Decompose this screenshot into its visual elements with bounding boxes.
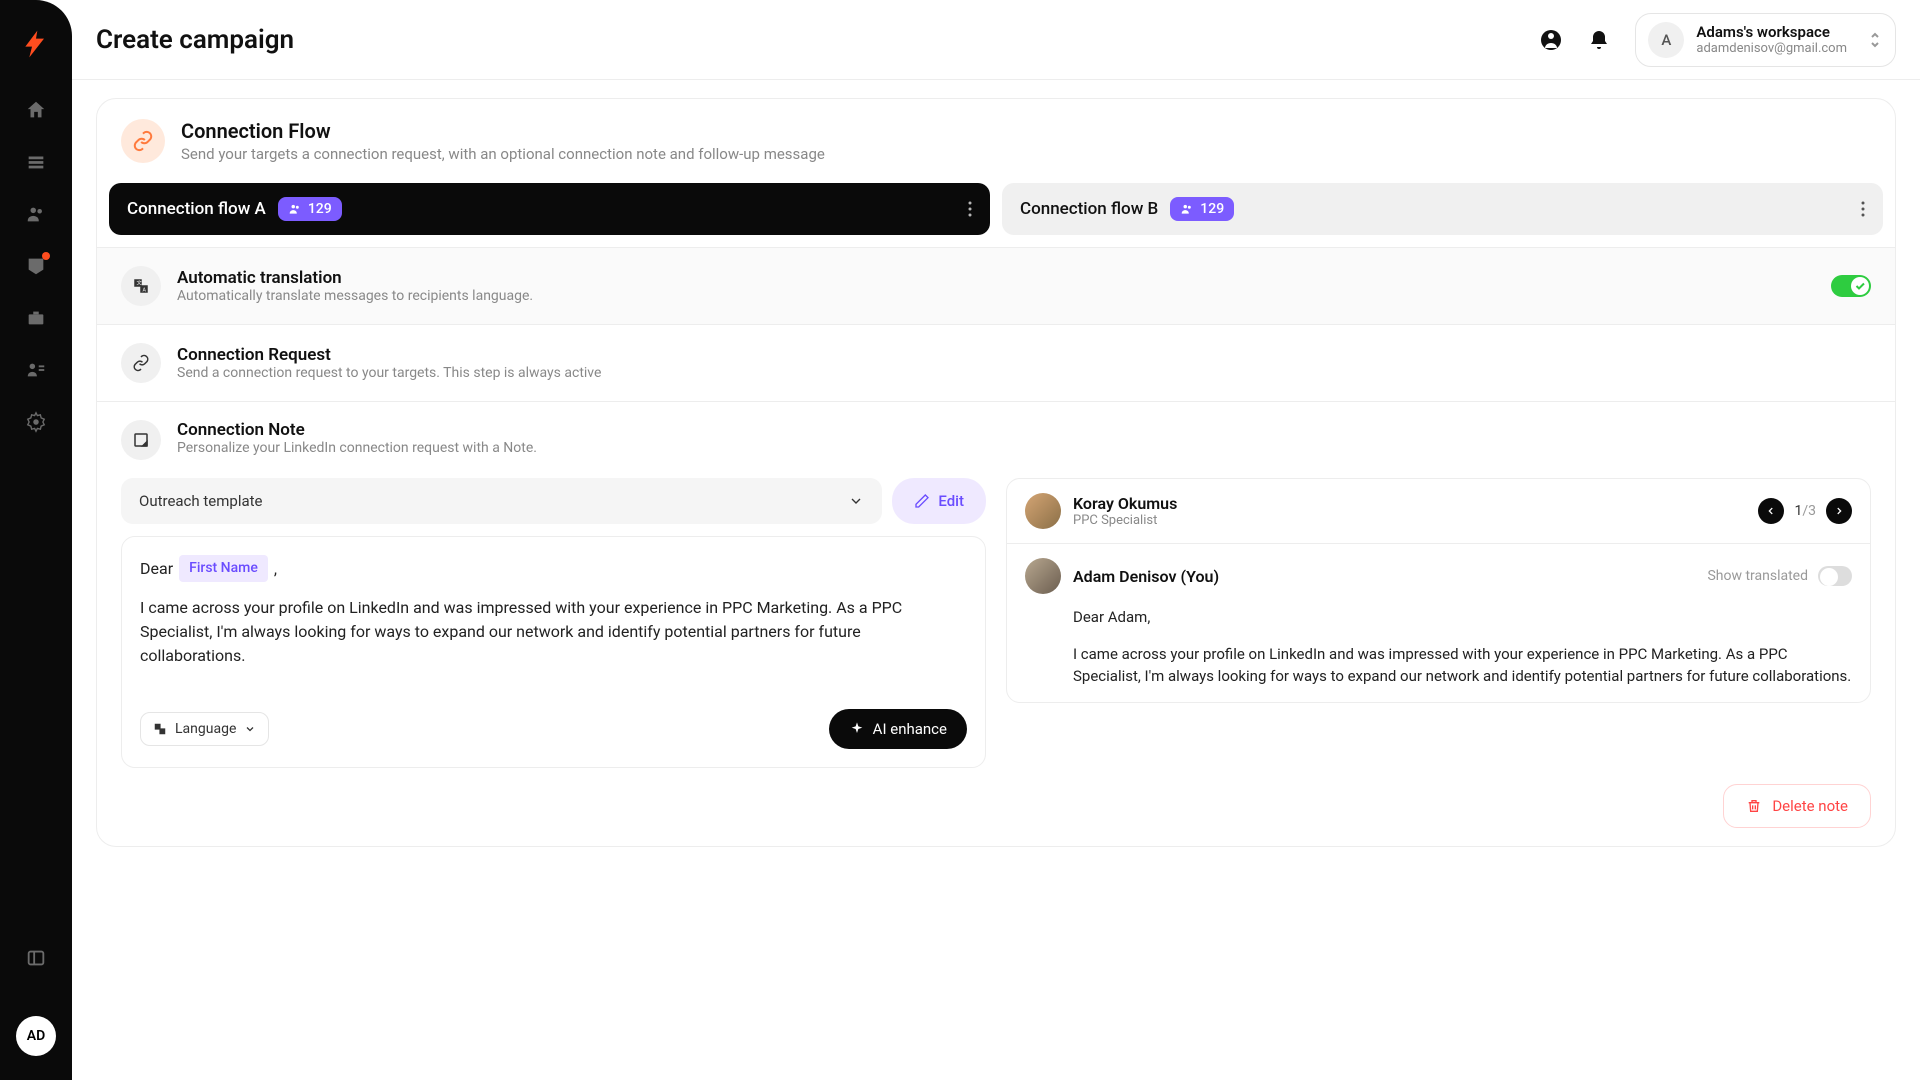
flow-title: Connection Flow (181, 119, 825, 143)
workspace-switcher[interactable]: A Adams's workspace adamdenisov@gmail.co… (1635, 13, 1896, 67)
language-button[interactable]: Language (140, 712, 269, 746)
template-select[interactable]: Outreach template (121, 478, 882, 524)
sidebar-expand-icon[interactable] (14, 936, 58, 980)
nav-briefcase-icon[interactable] (14, 296, 58, 340)
auto-translation-section: 文A Automatic translation Automatically t… (97, 247, 1895, 324)
logo (20, 28, 52, 60)
sender-name: Adam Denisov (You) (1073, 567, 1219, 586)
translate-icon (153, 722, 167, 736)
message-editor[interactable]: Dear First Name , I came across your pro… (121, 536, 986, 768)
link-icon (121, 119, 165, 163)
recipient-role: PPC Specialist (1073, 513, 1177, 528)
recipient-name: Koray Okumus (1073, 494, 1177, 513)
workspace-email: adamdenisov@gmail.com (1696, 41, 1847, 56)
connection-request-section: Connection Request Send a connection req… (97, 324, 1895, 401)
section-title: Connection Note (177, 420, 1871, 440)
main: Create campaign A Adams's workspace adam… (72, 0, 1920, 1080)
link-icon (121, 343, 161, 383)
header-actions: A Adams's workspace adamdenisov@gmail.co… (1539, 13, 1896, 67)
pager-next-button[interactable] (1826, 498, 1852, 524)
ai-enhance-button[interactable]: AI enhance (829, 709, 967, 749)
edit-button[interactable]: Edit (892, 478, 986, 524)
flow-tab-a[interactable]: Connection flow A 129 (109, 183, 990, 235)
connection-note-section: Connection Note Personalize your LinkedI… (97, 401, 1895, 846)
tab-count-badge: 129 (1170, 197, 1234, 221)
nav-inbox-icon[interactable] (14, 244, 58, 288)
translate-icon: 文A (121, 266, 161, 306)
trash-icon (1746, 798, 1762, 814)
translation-toggle[interactable] (1831, 275, 1871, 297)
tab-count-badge: 129 (278, 197, 342, 221)
help-icon[interactable] (1539, 28, 1563, 52)
pencil-icon (914, 493, 930, 509)
tab-label: Connection flow B (1020, 199, 1158, 219)
tab-label: Connection flow A (127, 199, 266, 219)
chevron-up-down-icon (1867, 30, 1883, 50)
section-subtitle: Automatically translate messages to reci… (177, 288, 1815, 304)
chevron-down-icon (244, 723, 256, 735)
nav-settings-icon[interactable] (14, 400, 58, 444)
more-icon[interactable] (968, 201, 972, 217)
delete-note-button[interactable]: Delete note (1723, 784, 1871, 828)
bell-icon[interactable] (1587, 28, 1611, 52)
show-translated-label: Show translated (1707, 568, 1808, 584)
svg-text:A: A (143, 287, 147, 293)
note-icon (121, 420, 161, 460)
section-subtitle: Personalize your LinkedIn connection req… (177, 440, 1871, 456)
user-avatar[interactable]: AD (16, 1016, 56, 1056)
nav-layers-icon[interactable] (14, 140, 58, 184)
more-icon[interactable] (1861, 201, 1865, 217)
nav-contacts-icon[interactable] (14, 348, 58, 392)
notification-dot (42, 252, 50, 260)
recipient-avatar (1025, 493, 1061, 529)
variable-chip[interactable]: First Name (179, 555, 268, 582)
page-title: Create campaign (96, 25, 294, 55)
section-subtitle: Send a connection request to your target… (177, 365, 1871, 381)
sparkle-icon (849, 721, 865, 737)
section-title: Connection Request (177, 345, 1871, 365)
workspace-avatar: A (1648, 22, 1684, 58)
pager-text: 1/3 (1794, 503, 1816, 519)
pager-prev-button[interactable] (1758, 498, 1784, 524)
nav-people-icon[interactable] (14, 192, 58, 236)
sender-avatar (1025, 558, 1061, 594)
preview-panel: Koray Okumus PPC Specialist 1/3 (1006, 478, 1871, 703)
chevron-down-icon (848, 493, 864, 509)
section-title: Automatic translation (177, 268, 1815, 288)
sidebar: AD (0, 0, 72, 1080)
preview-message: Dear Adam, I came across your profile on… (1025, 606, 1852, 688)
workspace-name: Adams's workspace (1696, 23, 1847, 41)
flow-subtitle: Send your targets a connection request, … (181, 145, 825, 163)
content: Connection Flow Send your targets a conn… (72, 80, 1920, 1080)
connection-flow-card: Connection Flow Send your targets a conn… (96, 98, 1896, 847)
header: Create campaign A Adams's workspace adam… (72, 0, 1920, 80)
flow-tab-b[interactable]: Connection flow B 129 (1002, 183, 1883, 235)
nav-home-icon[interactable] (14, 88, 58, 132)
show-translated-toggle[interactable] (1818, 566, 1852, 586)
